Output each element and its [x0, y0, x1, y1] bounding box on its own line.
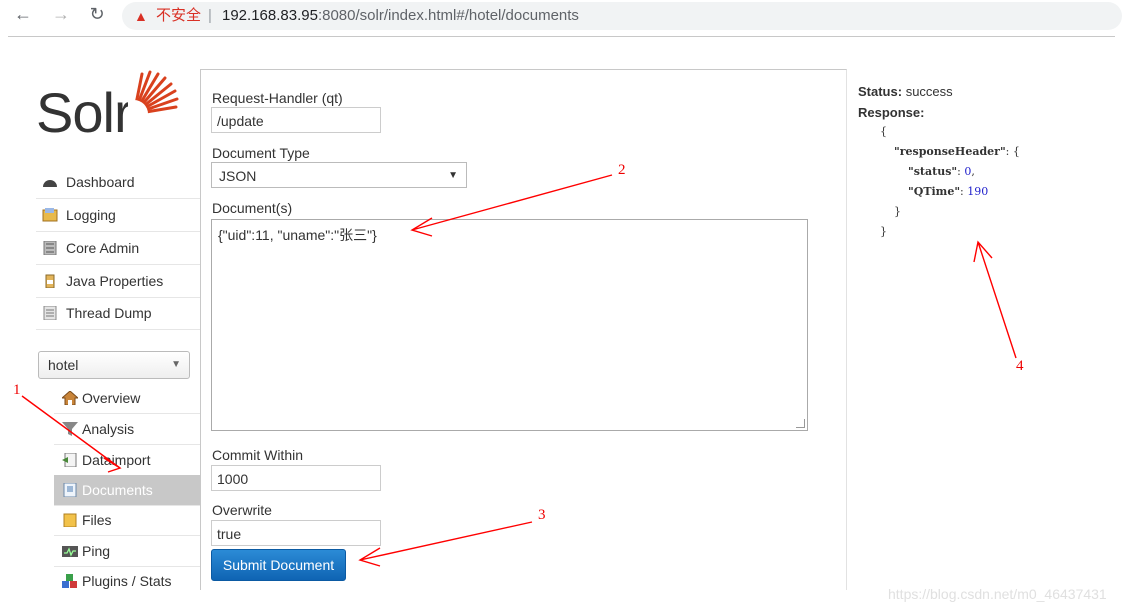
folder-icon: [63, 513, 77, 527]
core-selector[interactable]: hotel ▼: [38, 351, 190, 379]
document-type-value: JSON: [219, 168, 257, 184]
json-outer-close: }: [880, 225, 887, 238]
sidebar-item-ping[interactable]: Ping: [54, 536, 200, 567]
sidebar-item-files[interactable]: Files: [54, 505, 200, 536]
sidebar-item-label: Core Admin: [66, 240, 140, 256]
annotation-arrow-4: [973, 240, 1017, 359]
json-status-line: "status": 0,: [858, 162, 1020, 182]
logging-icon: [42, 208, 58, 222]
thread-dump-icon: [43, 306, 57, 320]
arrow-right-icon[interactable]: →: [50, 4, 72, 25]
sidebar-item-logging[interactable]: Logging: [36, 199, 200, 232]
url-host: 192.168.83.95: [222, 7, 318, 24]
java-icon: [45, 274, 55, 288]
core-selector-value: hotel: [48, 357, 79, 373]
sidebar-item-java-properties[interactable]: Java Properties: [36, 265, 200, 298]
submit-document-button[interactable]: Submit Document: [211, 549, 346, 581]
sidebar-item-label: Documents: [82, 482, 153, 498]
json-key: "responseHeader": [894, 145, 1006, 158]
documents-textarea-value: {"uid":11, "uname":"张三"}: [218, 227, 377, 243]
ping-icon: [62, 546, 78, 557]
url-path: /solr/index.html#/hotel/documents: [355, 7, 579, 24]
overwrite-label: Overwrite: [212, 502, 272, 518]
sidebar-item-dashboard[interactable]: Dashboard: [36, 166, 200, 199]
response-label: Response:: [858, 105, 925, 120]
address-bar[interactable]: ▲ 不安全 | 192.168.83.95:8080/solr/index.ht…: [122, 2, 1122, 30]
plugins-icon: [62, 574, 77, 588]
core-admin-icon: [43, 241, 57, 255]
documents-textarea[interactable]: {"uid":11, "uname":"张三"}: [211, 219, 808, 431]
logo-text: Solr: [36, 81, 133, 144]
sidebar-item-analysis[interactable]: Analysis: [54, 414, 200, 445]
sidebar-item-documents[interactable]: Documents: [54, 475, 200, 506]
sidebar-item-label: Thread Dump: [66, 305, 152, 321]
sidebar-item-label: Analysis: [82, 421, 135, 437]
status-value: success: [905, 84, 953, 99]
sidebar-item-label: Dataimport: [82, 452, 151, 468]
json-key: "QTime": [908, 185, 961, 198]
json-key: "status": [908, 165, 958, 178]
dataimport-icon: [62, 453, 77, 467]
sidebar-item-core-admin[interactable]: Core Admin: [36, 232, 200, 265]
dashboard-icon: [43, 180, 57, 187]
documents-icon: [63, 483, 77, 497]
sidebar-item-label: Logging: [66, 207, 116, 223]
url-port: :8080: [317, 7, 356, 24]
sidebar-item-label: Ping: [82, 543, 111, 559]
watermark: https://blog.csdn.net/m0_46437431: [888, 586, 1107, 602]
overwrite-input[interactable]: true: [211, 520, 381, 546]
json-punct: : {: [1005, 145, 1020, 158]
sidebar-item-overview[interactable]: Overview: [54, 383, 200, 414]
response-json: { "responseHeader": { "status": 0, "QTim…: [858, 122, 1020, 242]
commit-within-input[interactable]: 1000: [211, 465, 381, 491]
sidebar-item-label: Files: [82, 512, 112, 528]
request-handler-input[interactable]: /update: [211, 107, 381, 133]
json-number: 190: [967, 185, 989, 198]
solr-logo[interactable]: Solr: [36, 66, 196, 146]
json-punct: ,: [971, 165, 975, 178]
security-warning[interactable]: 不安全: [156, 2, 201, 30]
documents-label: Document(s): [212, 200, 293, 216]
commit-within-label: Commit Within: [212, 447, 304, 463]
document-type-select[interactable]: JSON ▼: [211, 162, 467, 188]
arrow-left-icon[interactable]: ←: [12, 4, 34, 25]
sidebar-item-thread-dump[interactable]: Thread Dump: [36, 297, 200, 330]
annotation-number-1: 1: [13, 382, 21, 398]
sidebar-item-label: Dashboard: [66, 174, 135, 190]
annotation-number-4: 4: [1016, 358, 1024, 374]
sidebar-item-label: Plugins / Stats: [82, 573, 172, 589]
home-icon: [62, 391, 78, 405]
response-status: Status: success: [858, 84, 953, 99]
json-header-line: "responseHeader": {: [858, 142, 1020, 162]
sun-icon: [128, 70, 179, 120]
chevron-down-icon: ▼: [448, 170, 458, 181]
json-qtime-line: "QTime": 190: [858, 182, 1020, 202]
annotation-number-2: 2: [618, 162, 626, 178]
browser-toolbar: ← → ↻ ▲ 不安全 | 192.168.83.95:8080/solr/in…: [0, 0, 1146, 34]
sidebar-item-plugins-stats[interactable]: Plugins / Stats: [54, 566, 200, 596]
json-inner-close: }: [894, 205, 901, 218]
chevron-down-icon: ▼: [171, 359, 181, 370]
document-type-label: Document Type: [212, 145, 310, 161]
url-text[interactable]: 192.168.83.95:8080/solr/index.html#/hote…: [222, 2, 579, 30]
sidebar-item-label: Overview: [82, 390, 141, 406]
warning-icon: ▲: [134, 8, 148, 24]
divider: [8, 36, 1115, 37]
reload-icon[interactable]: ↻: [86, 4, 108, 25]
sidebar-item-dataimport[interactable]: Dataimport: [54, 445, 200, 476]
funnel-icon: [62, 422, 78, 436]
annotation-number-3: 3: [538, 507, 546, 523]
request-handler-label: Request-Handler (qt): [212, 90, 343, 106]
json-open-brace: {: [880, 125, 887, 138]
address-separator: |: [208, 7, 212, 24]
status-label: Status:: [858, 84, 903, 99]
sidebar-item-label: Java Properties: [66, 273, 164, 289]
resize-handle[interactable]: [796, 419, 805, 428]
